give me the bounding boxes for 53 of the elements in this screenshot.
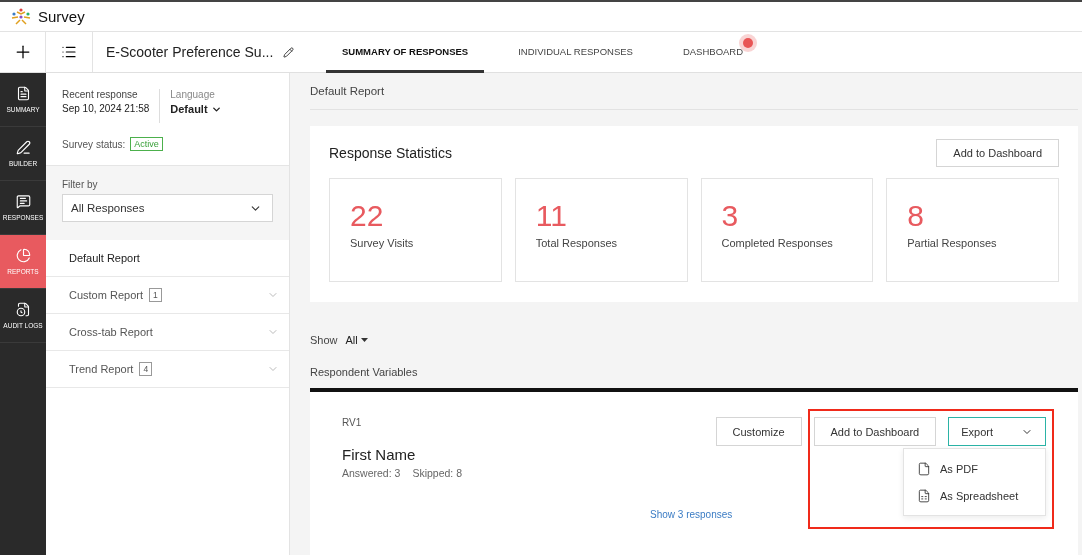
report-name: Default Report: [69, 252, 140, 264]
question-title: First Name: [342, 446, 417, 463]
edit-icon[interactable]: [283, 46, 295, 58]
show-label: Show: [310, 334, 338, 346]
stat-label: Partial Responses: [907, 237, 998, 249]
file-icon: [917, 461, 931, 476]
filter-label: Filter by: [62, 179, 99, 190]
report-count: 1: [149, 288, 162, 302]
clock-file-icon: [15, 302, 31, 317]
report-count: 4: [139, 362, 153, 376]
tab[interactable]: DASHBOARD: [666, 32, 760, 73]
stat-label: Survey Visits: [350, 237, 415, 249]
answered-count: Answered: 3: [342, 467, 401, 479]
stat-value: 22: [350, 199, 385, 233]
app-name: Survey: [38, 8, 85, 25]
message-icon: [15, 194, 31, 209]
pencil-icon: [15, 140, 31, 155]
question-code: RV1: [342, 417, 363, 428]
status-badge: Active: [130, 137, 163, 151]
menu-item[interactable]: As PDF: [904, 455, 1045, 482]
spreadsheet-file-icon: [917, 488, 931, 503]
logo-icon: [10, 7, 32, 26]
add-to-dashboard-button[interactable]: Add to Dashboard: [936, 139, 1059, 167]
export-button[interactable]: Export: [948, 417, 1046, 446]
survey-title: E-Scooter Preference Su...: [106, 44, 274, 60]
tab[interactable]: INDIVIDUAL RESPONSES: [502, 32, 649, 73]
show-dropdown[interactable]: All: [345, 334, 368, 346]
action-button[interactable]: Customize: [715, 417, 802, 446]
stat-value: 8: [907, 199, 925, 233]
list-icon: [61, 44, 77, 60]
action-button[interactable]: Add to Dashboard: [813, 417, 937, 446]
stat-label: Total Responses: [535, 237, 619, 249]
recent-label: Recent response: [62, 89, 139, 100]
status-label: Survey status:: [62, 138, 126, 150]
stat-value: 11: [535, 199, 568, 233]
stat-value: 3: [721, 199, 740, 233]
recent-value: Sep 10, 2024 21:58: [62, 103, 150, 114]
report-name: Cross-tab Report: [69, 326, 153, 338]
document-icon: [15, 86, 31, 101]
show-responses-link[interactable]: Show 3 responses: [650, 509, 733, 520]
language-label: Language: [170, 89, 216, 100]
report-title: Default Report: [310, 85, 385, 97]
filter-select[interactable]: All Responses: [62, 194, 273, 222]
stat-label: Completed Responses: [721, 237, 834, 249]
skipped-count: Skipped: 8: [412, 467, 462, 479]
section-title: Respondent Variables: [310, 366, 418, 378]
report-name: Trend Report: [69, 363, 134, 375]
menu-item[interactable]: As Spreadsheet: [904, 482, 1045, 509]
report-name: Custom Report: [69, 289, 143, 301]
caret-icon: [360, 338, 368, 342]
language-dropdown[interactable]: Default: [170, 103, 222, 115]
card-title: Response Statistics: [329, 145, 452, 161]
pie-chart-icon: [15, 248, 31, 263]
